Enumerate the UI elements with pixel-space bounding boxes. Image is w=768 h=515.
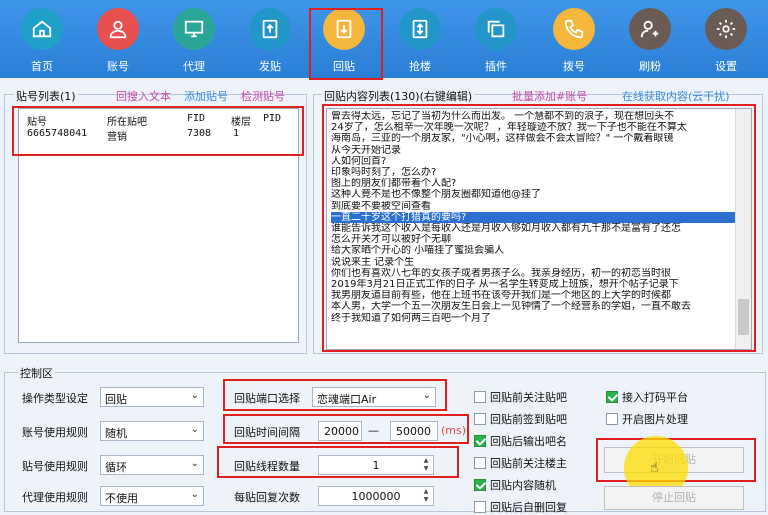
toolbar-label: 代理 [183, 60, 205, 73]
repeat-value: 1000000 [351, 490, 401, 503]
toolbar-button-7[interactable]: 插件 [466, 6, 526, 78]
check-post-link[interactable]: 检测贴号 [241, 88, 285, 104]
proxy-rule-select[interactable]: 不使用 ⌄ [100, 486, 204, 506]
account-rule-label: 账号使用规则 [22, 426, 88, 439]
checkbox-box[interactable] [606, 413, 618, 425]
user-icon [97, 8, 139, 50]
proxy-rule-label: 代理使用规则 [22, 491, 88, 504]
stop-reply-button[interactable]: 停止回贴 [604, 486, 744, 510]
toolbar-label: 抢楼 [409, 60, 431, 73]
toolbar-button-6[interactable]: 抢楼 [390, 6, 450, 78]
checkbox-box[interactable] [474, 391, 486, 403]
port-highlight [223, 379, 447, 411]
option-checkbox[interactable]: 回贴前关注贴吧 [474, 389, 567, 405]
batch-add-link[interactable]: 批量添加#账号 [512, 88, 587, 104]
upload-icon [249, 8, 291, 50]
toolbar-label: 刷粉 [639, 60, 661, 73]
checkbox-box[interactable] [474, 413, 486, 425]
toolbar-button-1[interactable]: 首页 [12, 6, 72, 78]
checkbox-box[interactable] [474, 457, 486, 469]
import-text-link[interactable]: 回搜入文本 [116, 88, 171, 104]
chevron-down-icon: ⌄ [190, 424, 199, 435]
toolbar-button-8[interactable]: 拨号 [544, 6, 604, 78]
user-add-icon [629, 8, 671, 50]
control-title: 控制区 [18, 365, 55, 381]
checkbox-label: 回贴前关注贴吧 [490, 391, 567, 404]
chevron-down-icon: ⌄ [190, 489, 199, 500]
toolbar-label: 发贴 [259, 60, 281, 73]
captcha-platform-label: 接入打码平台 [622, 391, 688, 404]
stepper-arrows-icon[interactable]: ▲ ▼ [420, 488, 432, 504]
checkbox-label: 回贴前签到贴吧 [490, 413, 567, 426]
chevron-down-icon: ⌄ [190, 390, 199, 401]
op-type-label: 操作类型设定 [22, 392, 88, 405]
toolbar-label: 拨号 [563, 60, 585, 73]
toolbar-label: 设置 [715, 60, 737, 73]
post-rule-value: 循环 [105, 461, 127, 474]
checkbox-box[interactable] [606, 391, 618, 403]
monitor-icon [173, 8, 215, 50]
toolbar-label: 插件 [485, 60, 507, 73]
toolbar-button-9[interactable]: 刷粉 [620, 6, 680, 78]
account-rule-value: 随机 [105, 427, 127, 440]
checkbox-box[interactable] [474, 501, 486, 513]
option-checkbox[interactable]: 回贴前签到贴吧 [474, 411, 567, 427]
toolbar-label: 首页 [31, 60, 53, 73]
op-type-select[interactable]: 回贴 ⌄ [100, 387, 204, 407]
threads-highlight [217, 446, 459, 478]
checkbox-box[interactable] [474, 479, 486, 491]
hand-cursor-icon: ☝ [650, 460, 659, 476]
toolbar-label: 账号 [107, 60, 129, 73]
post-row-highlight [12, 106, 304, 156]
proxy-rule-value: 不使用 [105, 492, 138, 505]
toolbar-button-4[interactable]: 发贴 [240, 6, 300, 78]
checkbox-label: 回贴后输出吧名 [490, 435, 567, 448]
repeat-label: 每贴回复次数 [234, 491, 300, 504]
checkbox-label: 回贴前关注楼主 [490, 457, 567, 470]
post-list-title: 贴号列表(1) [14, 88, 78, 104]
gear-icon [705, 8, 747, 50]
toolbar-button-3[interactable]: 代理 [164, 6, 224, 78]
option-checkbox[interactable]: 回贴后自删回复 [474, 499, 567, 515]
main-toolbar: 首页 账号 代理 发贴 回贴 抢楼 插件 拨号 刷粉 设置 [0, 0, 768, 78]
phone-icon [553, 8, 595, 50]
reply-content-highlight [322, 104, 756, 352]
option-checkbox[interactable]: 回贴前关注楼主 [474, 455, 567, 471]
toolbar-button-2[interactable]: 账号 [88, 6, 148, 78]
sort-icon [399, 8, 441, 50]
post-rule-label: 贴号使用规则 [22, 460, 88, 473]
option-checkbox[interactable]: 回贴内容随机 [474, 477, 556, 493]
repeat-input[interactable]: 1000000 ▲ ▼ [318, 486, 434, 506]
op-type-value: 回贴 [105, 393, 127, 406]
image-process-checkbox[interactable]: 开启图片处理 [606, 411, 688, 427]
copy-icon [475, 8, 517, 50]
online-fetch-link[interactable]: 在线获取内容(云干扰) [622, 88, 730, 104]
reply-content-title: 回贴内容列表(130)(右键编辑) [322, 88, 475, 104]
image-process-label: 开启图片处理 [622, 413, 688, 426]
chevron-down-icon: ⌄ [190, 458, 199, 469]
toolbar-button-10[interactable]: 设置 [696, 6, 756, 78]
checkbox-box[interactable] [474, 435, 486, 447]
add-post-link[interactable]: 添加贴号 [184, 88, 228, 104]
reply-tool-highlight [309, 8, 383, 80]
account-rule-select[interactable]: 随机 ⌄ [100, 421, 204, 441]
checkbox-label: 回贴内容随机 [490, 479, 556, 492]
post-rule-select[interactable]: 循环 ⌄ [100, 455, 204, 475]
interval-highlight [223, 414, 469, 444]
checkbox-label: 回贴后自删回复 [490, 501, 567, 514]
home-icon [21, 8, 63, 50]
option-checkbox[interactable]: 回贴后输出吧名 [474, 433, 567, 449]
captcha-platform-checkbox[interactable]: 接入打码平台 [606, 389, 688, 405]
